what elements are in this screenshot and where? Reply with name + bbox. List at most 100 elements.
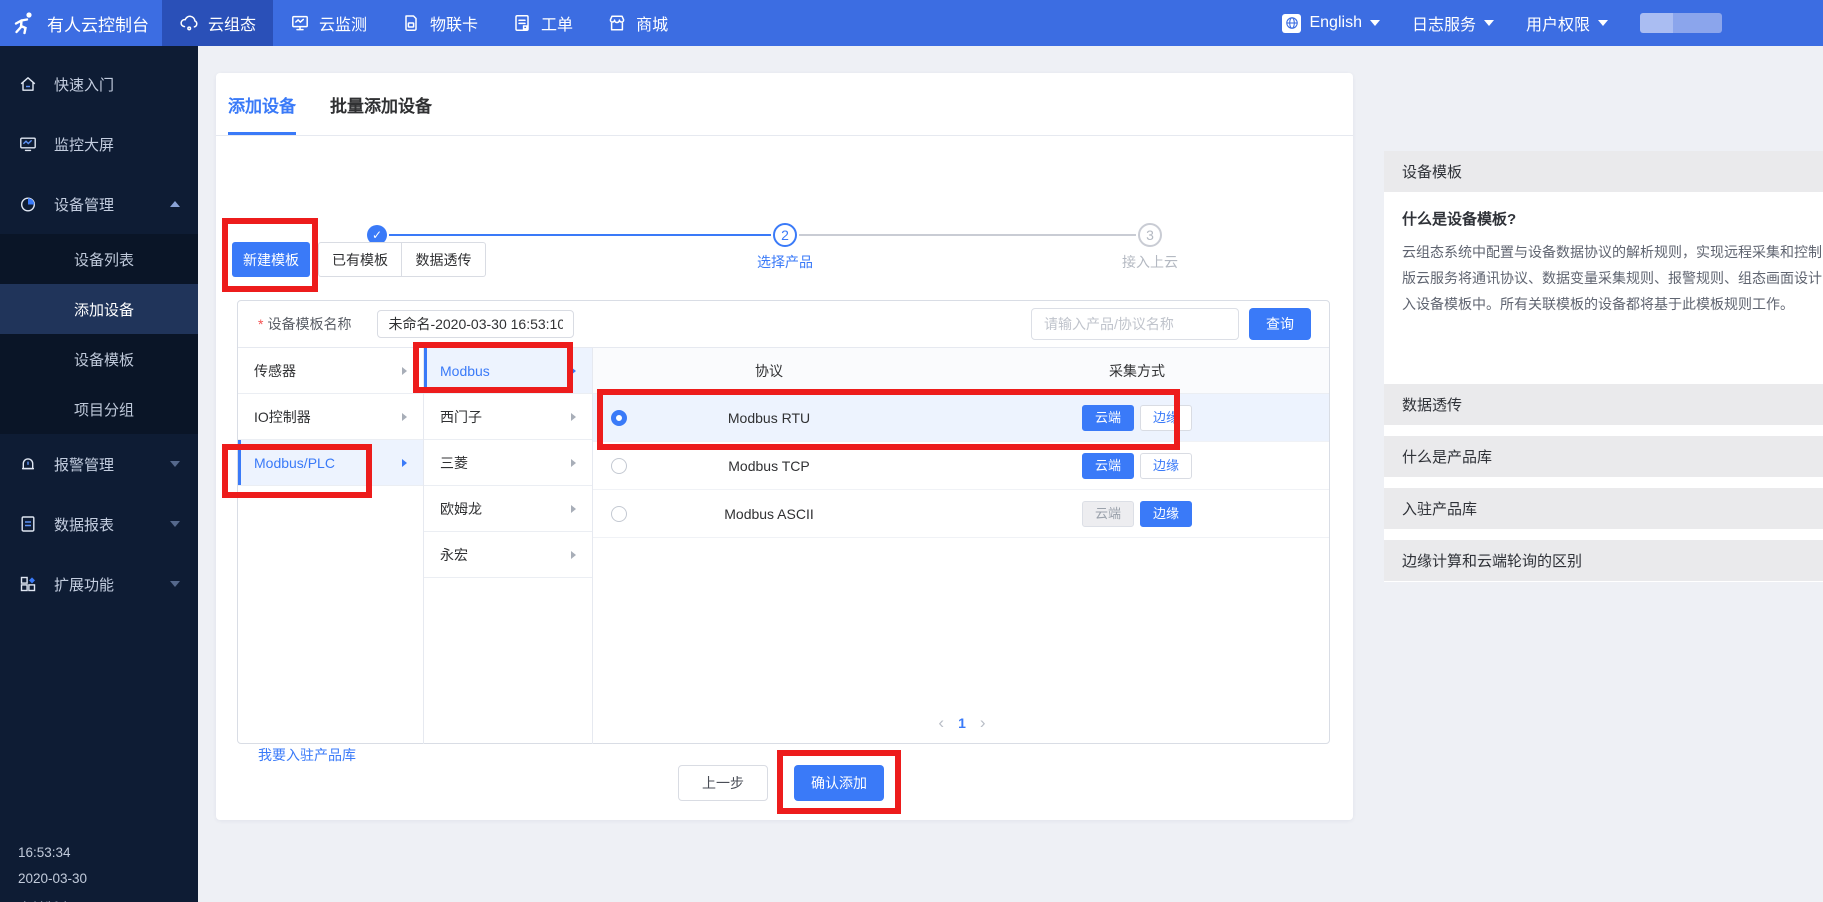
sidebar-item-label: 设备管理 [54,194,114,215]
sidebar-item-data-report[interactable]: 数据报表 [0,494,198,554]
help-section-device-template[interactable]: 设备模板 [1384,151,1823,192]
category-column: 传感器 IO控制器 Modbus/PLC [238,348,424,744]
sidebar-item-device-template[interactable]: 设备模板 [0,334,198,384]
mall-icon [607,13,627,33]
help-section-enter-product-library[interactable]: 入驻产品库 [1384,488,1823,529]
new-template-button[interactable]: 新建模板 [232,242,310,277]
sidebar-item-device-list[interactable]: 设备列表 [0,234,198,284]
sub-item-label: 项目分组 [74,399,134,420]
radio-unselected[interactable] [611,506,627,522]
cloud-mode-button[interactable]: 云端 [1082,453,1134,479]
arrow-right-icon [571,413,576,421]
report-icon [18,514,38,534]
language-dropdown[interactable]: English [1282,14,1379,33]
alarm-icon [18,454,38,474]
edge-mode-button[interactable]: 边缘 [1140,405,1192,431]
category-label: 传感器 [254,361,296,381]
help-section-edge-vs-cloud[interactable]: 边缘计算和云端轮询的区别 [1384,540,1823,581]
step-connector-done [389,234,771,236]
step-2-label: 选择产品 [745,252,825,272]
brand-omron[interactable]: 欧姆龙 [424,486,592,532]
help-panel: 设备模板 什么是设备模板? 云组态系统中配置与设备数据协议的解析规则，实现远程采… [1384,151,1823,582]
nav-label: 物联卡 [430,11,478,35]
category-sensor[interactable]: 传感器 [238,348,423,394]
table-row-modbus-ascii[interactable]: Modbus ASCII 云端 边缘 [593,490,1329,538]
next-page-button[interactable]: › [980,713,986,732]
sidebar-item-device-management[interactable]: 设备管理 [0,174,198,234]
table-row-modbus-rtu[interactable]: Modbus RTU 云端 边缘 [593,394,1329,442]
chevron-down-icon [1598,20,1608,26]
enter-product-library-link[interactable]: 我要入驻产品库 [258,745,356,765]
category-io-controller[interactable]: IO控制器 [238,394,423,440]
sidebar-item-project-group[interactable]: 项目分组 [0,384,198,434]
edge-mode-button[interactable]: 边缘 [1140,501,1192,527]
user-permission-label: 用户权限 [1526,11,1590,35]
arrow-right-icon [402,459,407,467]
prev-page-button[interactable]: ‹ [938,713,944,732]
sidebar-item-alarm-management[interactable]: 报警管理 [0,434,198,494]
top-bar: 有人云控制台 云组态 [0,0,1823,46]
protocol-name: Modbus RTU [593,410,945,426]
help-section-data-passthrough[interactable]: 数据透传 [1384,384,1823,425]
template-name-label: 设备模板名称 [267,314,351,334]
tab-batch-add-device[interactable]: 批量添加设备 [330,73,432,135]
confirm-add-button[interactable]: 确认添加 [794,765,884,801]
data-passthrough-button[interactable]: 数据透传 [402,242,486,277]
work-order-icon [512,13,532,33]
brand-mitsubishi[interactable]: 三菱 [424,440,592,486]
protocol-column-header: 协议 [593,361,945,381]
product-search-input[interactable] [1031,308,1239,340]
nav-item-cloud-monitor[interactable]: 云监测 [273,0,384,46]
help-section-content: 什么是设备模板? 云组态系统中配置与设备数据协议的解析规则，实现远程采集和控制 … [1384,192,1823,384]
brand-label: 西门子 [440,407,482,427]
protocol-name: Modbus ASCII [593,506,945,522]
page-number[interactable]: 1 [958,715,966,731]
brand-fatek[interactable]: 永宏 [424,532,592,578]
radio-selected[interactable] [611,410,627,426]
chevron-down-icon [170,461,180,467]
sidebar-item-monitor-screen[interactable]: 监控大屏 [0,114,198,174]
previous-step-button[interactable]: 上一步 [678,765,768,801]
required-mark: * [258,316,263,332]
radio-unselected[interactable] [611,458,627,474]
template-name-input[interactable] [377,310,574,338]
nav-label: 工单 [541,11,573,35]
cloud-mode-button[interactable]: 云端 [1082,405,1134,431]
sidebar-item-quick-start[interactable]: 快速入门 [0,54,198,114]
nav-item-iot-card[interactable]: 物联卡 [384,0,495,46]
log-service-dropdown[interactable]: 日志服务 [1412,11,1494,35]
query-button[interactable]: 查询 [1249,308,1311,340]
help-section-what-is-product-library[interactable]: 什么是产品库 [1384,436,1823,477]
category-modbus-plc[interactable]: Modbus/PLC [238,440,423,486]
table-row-modbus-tcp[interactable]: Modbus TCP 云端 边缘 [593,442,1329,490]
arrow-right-icon [402,367,407,375]
brand-modbus[interactable]: Modbus [424,348,592,394]
sidebar: 快速入门 监控大屏 设 [0,46,198,902]
existing-template-button[interactable]: 已有模板 [318,242,402,277]
cloud-mode-button[interactable]: 云端 [1082,501,1134,527]
template-mode-switch: 新建模板 已有模板 数据透传 [232,242,486,277]
method-column-header: 采集方式 [945,361,1329,381]
nav-item-cloud-config[interactable]: 云组态 [162,0,273,46]
device-management-submenu: 设备列表 添加设备 设备模板 项目分组 [0,234,198,434]
category-label: Modbus/PLC [254,455,335,471]
user-permission-dropdown[interactable]: 用户权限 [1526,11,1608,35]
nav-item-mall[interactable]: 商城 [590,0,685,46]
stepper: ✓ 2 3 基本信息 选择产品 接入上云 [216,145,1353,207]
sidebar-item-extensions[interactable]: 扩展功能 [0,554,198,614]
tab-add-device[interactable]: 添加设备 [228,73,296,135]
nav-item-work-order[interactable]: 工单 [495,0,590,46]
sidebar-item-label: 数据报表 [54,514,114,535]
template-name-row: * 设备模板名称 查询 [238,301,1329,348]
edge-mode-button[interactable]: 边缘 [1140,453,1192,479]
pagination: ‹ 1 › [594,713,1330,733]
brand-siemens[interactable]: 西门子 [424,394,592,440]
help-question: 什么是设备模板? [1402,208,1823,229]
main-card: 添加设备 批量添加设备 ✓ 2 3 基本信息 选择产品 接入上云 新建模板 已有… [216,73,1353,820]
step-3-label: 接入上云 [1110,252,1190,272]
chevron-down-icon [170,521,180,527]
brand[interactable]: 有人云控制台 [0,0,162,46]
sidebar-item-add-device[interactable]: 添加设备 [0,284,198,334]
step-3-circle: 3 [1138,223,1162,247]
top-right-controls: English 日志服务 用户权限 [1282,11,1722,35]
